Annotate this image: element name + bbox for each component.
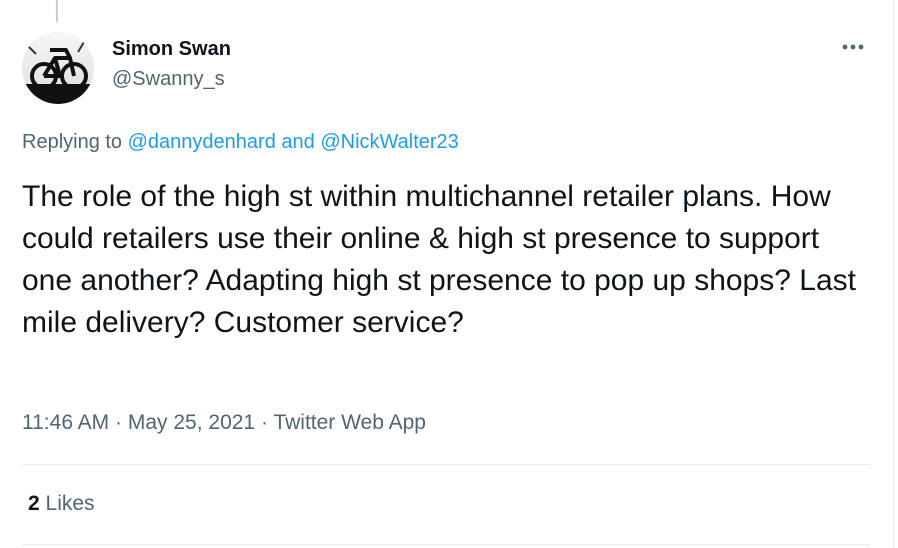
meta-separator: · bbox=[260, 411, 268, 434]
tweet-metadata: 11:46 AM · May 25, 2021 · Twitter Web Ap… bbox=[22, 411, 426, 435]
replying-to-line: Replying to @dannydenhard and @NickWalte… bbox=[22, 131, 459, 154]
likes-count: 2 bbox=[28, 492, 40, 515]
tweet-source-link[interactable]: Twitter Web App bbox=[273, 411, 426, 434]
bicycle-silhouette-icon bbox=[22, 32, 94, 104]
replying-to-prefix: Replying to bbox=[22, 131, 123, 153]
divider bbox=[22, 544, 870, 545]
mention-link-dannydenhard[interactable]: @dannydenhard bbox=[128, 131, 276, 153]
tweet-date-link[interactable]: May 25, 2021 bbox=[128, 411, 255, 434]
more-horizontal-icon[interactable] bbox=[836, 36, 870, 58]
avatar[interactable] bbox=[22, 32, 94, 104]
mention-link-nickwalter23[interactable]: @NickWalter23 bbox=[320, 131, 458, 153]
tweet-time-link[interactable]: 11:46 AM bbox=[22, 411, 109, 434]
replying-joiner: and bbox=[281, 131, 315, 153]
likes-label: Likes bbox=[45, 492, 95, 515]
tweet-detail: Simon Swan @Swanny_s Replying to @dannyd… bbox=[0, 0, 898, 548]
thread-connector-line bbox=[56, 0, 58, 22]
likes-stat-link[interactable]: 2 Likes bbox=[28, 492, 95, 516]
tweet-body-text: The role of the high st within multichan… bbox=[22, 180, 856, 339]
author-handle[interactable]: @Swanny_s bbox=[112, 68, 225, 91]
author-display-name[interactable]: Simon Swan bbox=[112, 38, 231, 61]
divider bbox=[22, 464, 870, 465]
meta-separator: · bbox=[115, 411, 123, 434]
column-border bbox=[893, 0, 894, 548]
